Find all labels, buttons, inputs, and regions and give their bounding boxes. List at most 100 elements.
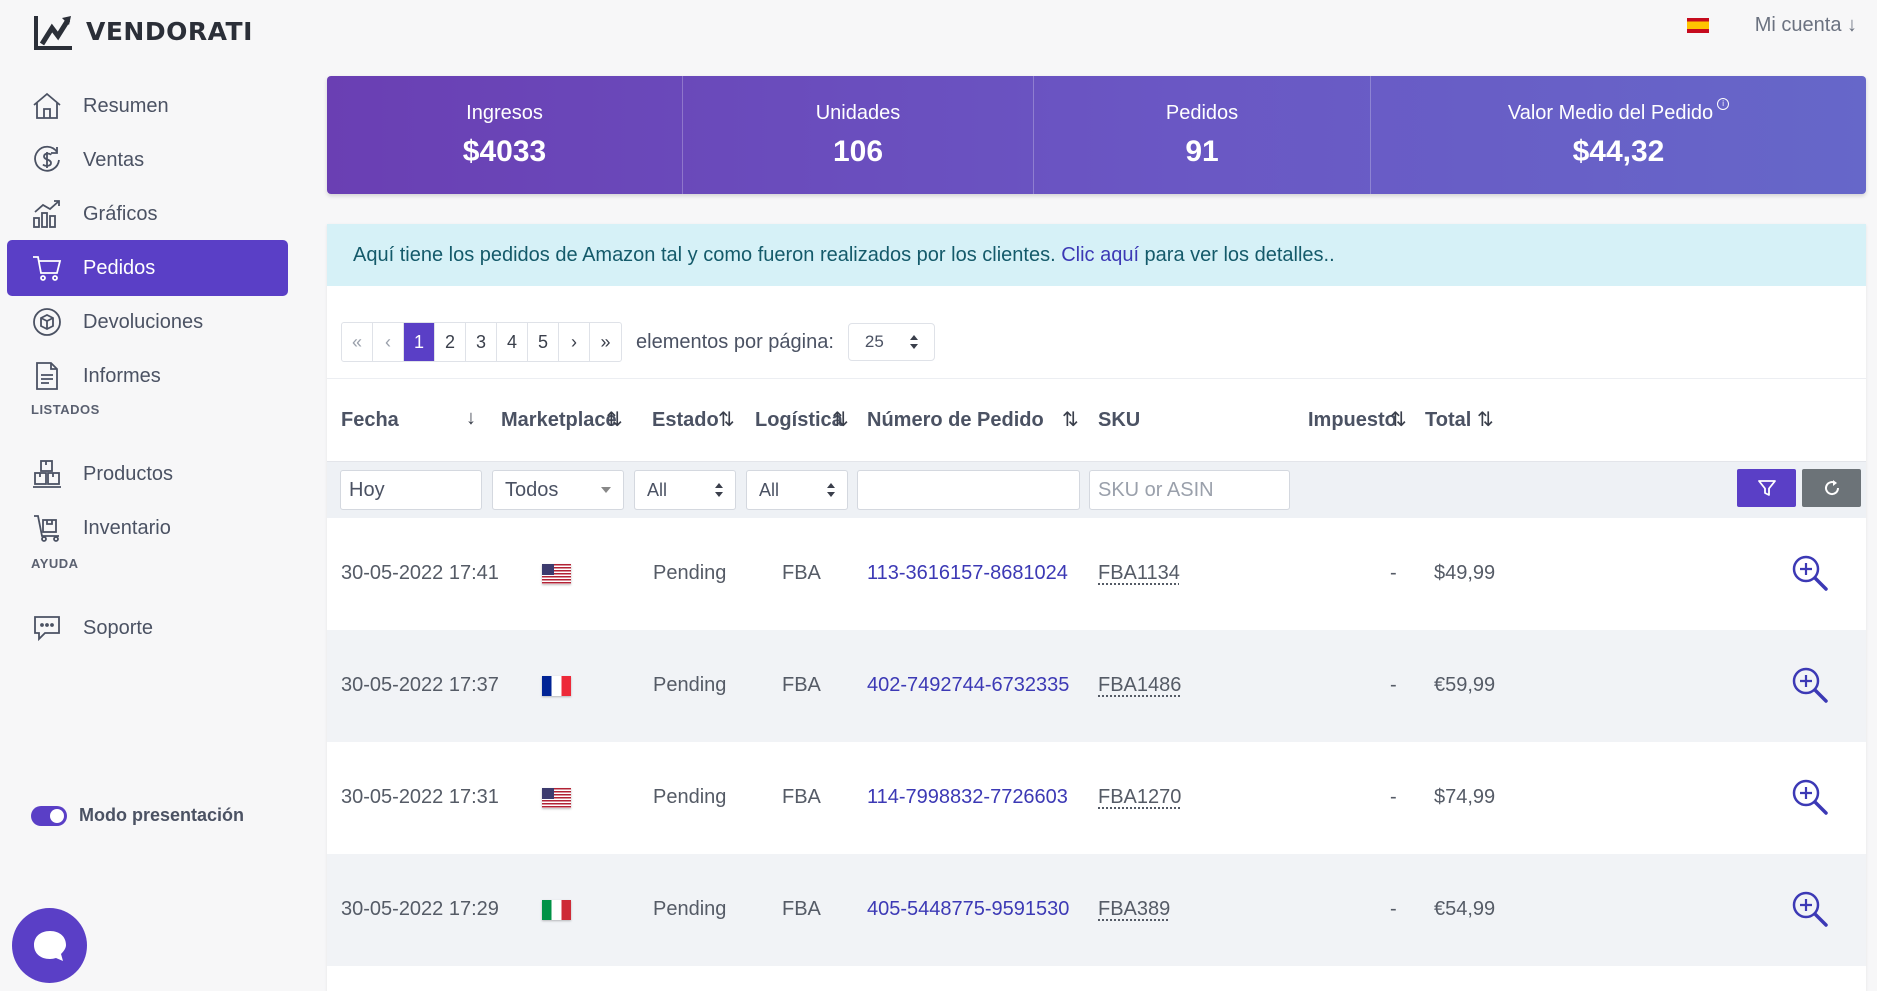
sort-icon[interactable]: ⇅ xyxy=(1390,407,1407,432)
cell-sku[interactable]: FBA1270 xyxy=(1098,786,1181,809)
chart-icon xyxy=(33,200,60,228)
order-number-link[interactable]: 113-3616157-8681024 xyxy=(867,562,1068,585)
stat-value: 106 xyxy=(832,134,884,168)
cell-estado: Pending xyxy=(653,562,727,584)
info-icon[interactable]: i xyxy=(1717,97,1730,110)
estado-filter-value: All xyxy=(647,479,668,500)
zoom-in-icon[interactable] xyxy=(1791,890,1829,928)
stat-label: Pedidos xyxy=(1165,101,1239,124)
sidebar-item-ventas[interactable]: Ventas xyxy=(7,132,288,188)
sku-filter-input[interactable]: SKU or ASIN xyxy=(1089,470,1290,510)
stat-pedidos: Pedidos 91 xyxy=(1034,76,1371,194)
logo-icon xyxy=(34,16,72,50)
cell-sku[interactable]: FBA1134 xyxy=(1098,562,1180,585)
sidebar-item-label: Ventas xyxy=(83,148,145,171)
sidebar-item-soporte[interactable]: Soporte xyxy=(7,600,288,656)
zoom-in-icon[interactable] xyxy=(1791,666,1829,704)
sidebar-item-label: Pedidos xyxy=(83,256,156,279)
stat-value: 91 xyxy=(1185,134,1219,168)
sort-icon[interactable]: ⇅ xyxy=(1477,407,1494,432)
cell-estado: Pending xyxy=(653,786,727,808)
brand-logo[interactable]: VENDORATI xyxy=(34,12,253,50)
cell-total: €59,99 xyxy=(1434,674,1496,696)
per-page-select[interactable]: 25 xyxy=(847,323,935,361)
order-number-filter-input[interactable] xyxy=(857,470,1080,510)
column-header-estado[interactable]: Estado xyxy=(652,409,719,432)
filter-icon xyxy=(1757,480,1776,496)
reset-filter-button[interactable] xyxy=(1802,469,1861,507)
cell-impuesto: - xyxy=(1390,674,1397,696)
stats-bar: Ingresos $4033 Unidades 106 Pedidos 91 V… xyxy=(327,76,1866,194)
sidebar-item-label: Productos xyxy=(83,462,174,485)
sidebar-item-inventario[interactable]: Inventario xyxy=(7,500,288,556)
cell-fecha: 30-05-2022 17:41 xyxy=(341,562,499,584)
cell-sku[interactable]: FBA1486 xyxy=(1098,674,1181,697)
cell-logistica: FBA xyxy=(782,562,821,584)
boxes-icon xyxy=(33,460,61,488)
page-first-button[interactable]: « xyxy=(342,323,373,361)
column-header-fecha[interactable]: Fecha xyxy=(341,409,399,432)
stat-unidades: Unidades 106 xyxy=(683,76,1034,194)
live-chat-button[interactable] xyxy=(12,908,87,983)
info-alert: Aquí tiene los pedidos de Amazon tal y c… xyxy=(327,224,1866,286)
column-header-impuesto[interactable]: Impuesto xyxy=(1308,409,1397,432)
page-next-button[interactable]: › xyxy=(559,323,590,361)
sidebar-item-productos[interactable]: Productos xyxy=(7,446,288,502)
sort-desc-icon[interactable]: ↓ xyxy=(466,407,476,430)
page-prev-button[interactable]: ‹ xyxy=(373,323,404,361)
sort-icon[interactable]: ⇅ xyxy=(832,407,849,432)
estado-filter-select[interactable]: All xyxy=(634,470,736,510)
cell-total: €54,99 xyxy=(1434,898,1496,920)
alert-details-link[interactable]: Clic aquí xyxy=(1061,244,1139,267)
stat-ingresos: Ingresos $4033 xyxy=(327,76,683,194)
page-button-5[interactable]: 5 xyxy=(528,323,559,361)
logistica-filter-select[interactable]: All xyxy=(746,470,848,510)
page-button-2[interactable]: 2 xyxy=(435,323,466,361)
sidebar-item-devoluciones[interactable]: Devoluciones xyxy=(7,294,288,350)
section-title-listados: LISTADOS xyxy=(31,402,100,417)
filter-row: Hoy Todos All All SKU or ASIN xyxy=(327,462,1866,518)
sort-icon[interactable]: ⇅ xyxy=(1062,407,1079,432)
per-page-label: elementos por página: xyxy=(636,330,834,353)
zoom-in-icon[interactable] xyxy=(1791,554,1829,592)
sidebar-item-pedidos[interactable]: Pedidos xyxy=(7,240,288,296)
apply-filter-button[interactable] xyxy=(1737,469,1796,507)
sidebar-item-label: Informes xyxy=(83,364,161,387)
column-header-numero-pedido[interactable]: Número de Pedido xyxy=(867,409,1044,432)
sort-icon[interactable]: ⇅ xyxy=(606,407,623,432)
cart-icon xyxy=(33,256,62,281)
table-row: 30-05-2022 17:29 Pending FBA 405-5448775… xyxy=(327,854,1866,966)
sidebar-item-resumen[interactable]: Resumen xyxy=(7,78,288,134)
order-number-link[interactable]: 114-7998832-7726603 xyxy=(867,786,1068,809)
sidebar-item-informes[interactable]: Informes xyxy=(7,348,288,404)
pagination-bar: « ‹ 1 2 3 4 5 › » elementos por página: … xyxy=(341,322,935,362)
sidebar-item-label: Devoluciones xyxy=(83,310,204,333)
order-number-link[interactable]: 405-5448775-9591530 xyxy=(867,898,1069,921)
column-header-total[interactable]: Total xyxy=(1425,409,1471,432)
sort-icon[interactable]: ⇅ xyxy=(718,407,735,432)
page-button-3[interactable]: 3 xyxy=(466,323,497,361)
page-button-1[interactable]: 1 xyxy=(404,323,435,361)
cell-impuesto: - xyxy=(1390,898,1397,920)
alert-text-before: Aquí tiene los pedidos de Amazon tal y c… xyxy=(353,243,1062,266)
column-header-marketplace[interactable]: Marketplace xyxy=(501,409,617,432)
cell-impuesto: - xyxy=(1390,562,1397,584)
flag-italy-icon xyxy=(542,900,571,920)
account-menu[interactable]: Mi cuenta ↓ xyxy=(1755,14,1857,37)
trolley-icon xyxy=(34,515,59,542)
presentation-mode-toggle[interactable] xyxy=(31,805,67,826)
page-last-button[interactable]: » xyxy=(590,323,621,361)
page-button-4[interactable]: 4 xyxy=(497,323,528,361)
sidebar-item-graficos[interactable]: Gráficos xyxy=(7,186,288,242)
table-row: 30-05-2022 17:31 Pending FBA 114-7998832… xyxy=(327,742,1866,854)
brand-name: VENDORATI xyxy=(86,16,253,46)
order-number-link[interactable]: 402-7492744-6732335 xyxy=(867,674,1069,697)
marketplace-filter-value: Todos xyxy=(505,478,559,501)
column-header-logistica[interactable]: Logística xyxy=(755,409,843,432)
zoom-in-icon[interactable] xyxy=(1791,778,1829,816)
date-filter-input[interactable]: Hoy xyxy=(340,470,482,510)
presentation-mode-row: Modo presentación xyxy=(31,805,244,826)
language-flag-spain-icon[interactable] xyxy=(1686,18,1709,33)
cell-sku[interactable]: FBA389 xyxy=(1098,898,1170,921)
marketplace-filter-select[interactable]: Todos xyxy=(492,470,624,510)
